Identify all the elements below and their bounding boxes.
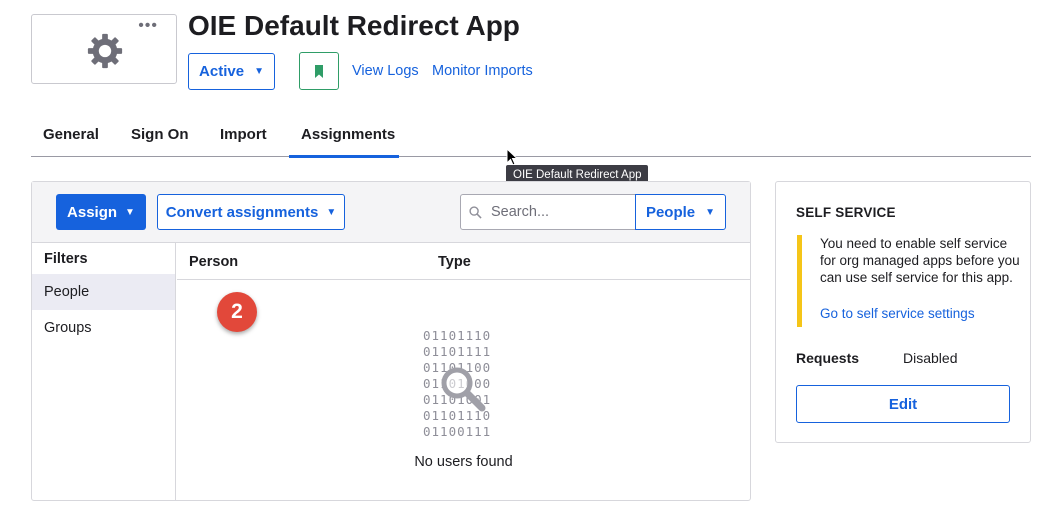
table-header: Person Type: [177, 243, 750, 280]
column-person: Person: [189, 254, 239, 270]
caret-down-icon: ▼: [254, 66, 264, 77]
people-type-label: People: [645, 203, 696, 221]
requests-label: Requests: [796, 350, 860, 366]
self-service-card: SELF SERVICE You need to enable self ser…: [775, 181, 1031, 443]
tab-sign-on[interactable]: Sign On: [131, 126, 189, 143]
filters-title: Filters: [44, 251, 88, 267]
tab-general[interactable]: General: [43, 126, 99, 143]
tab-bar: General Sign On Import Assignments: [31, 118, 1031, 158]
search-input[interactable]: [491, 195, 631, 229]
search-icon: [469, 206, 482, 219]
view-logs-link[interactable]: View Logs: [352, 63, 419, 79]
tab-assignments[interactable]: Assignments: [301, 126, 395, 143]
self-service-notice: You need to enable self service for org …: [820, 236, 1020, 285]
convert-assignments-button[interactable]: Convert assignments ▼: [157, 194, 345, 230]
filter-groups[interactable]: Groups: [32, 310, 175, 346]
monitor-imports-link[interactable]: Monitor Imports: [432, 63, 533, 79]
self-service-settings-link[interactable]: Go to self service settings: [820, 306, 975, 321]
requests-value: Disabled: [903, 350, 958, 366]
caret-down-icon: ▼: [705, 206, 716, 218]
status-label: Active: [199, 63, 245, 80]
assignments-toolbar: Assign ▼ Convert assignments ▼ People ▼: [32, 182, 750, 243]
step-badge: 2: [217, 292, 257, 332]
convert-assignments-label: Convert assignments: [165, 203, 319, 221]
warning-callout-bar: [797, 235, 802, 327]
gear-icon: [87, 33, 123, 69]
assign-label: Assign: [67, 203, 118, 221]
binary-line: 01101111: [423, 344, 492, 359]
assign-button[interactable]: Assign ▼: [56, 194, 146, 230]
mouse-cursor-icon: [506, 148, 518, 166]
status-dropdown[interactable]: Active ▼: [188, 53, 275, 90]
binary-line: 01101110: [423, 328, 492, 343]
bookmark-button[interactable]: [299, 52, 339, 90]
filters-sidebar: Filters People Groups: [32, 243, 176, 501]
edit-button[interactable]: Edit: [796, 385, 1010, 423]
bookmark-icon: [315, 64, 323, 78]
tab-import[interactable]: Import: [220, 126, 267, 143]
binary-line: 01100111: [423, 424, 492, 439]
caret-down-icon: ▼: [125, 206, 135, 218]
app-title: OIE Default Redirect App: [188, 10, 520, 41]
more-options-icon[interactable]: •••: [138, 18, 158, 34]
active-tab-indicator: [289, 155, 399, 158]
caret-down-icon: ▼: [326, 206, 337, 218]
assignments-panel: Assign ▼ Convert assignments ▼ People ▼ …: [31, 181, 751, 501]
self-service-title: SELF SERVICE: [796, 205, 896, 220]
app-logo: •••: [31, 14, 177, 84]
empty-state-message: No users found: [414, 454, 513, 470]
filter-people[interactable]: People: [32, 274, 175, 310]
column-type: Type: [438, 254, 471, 270]
search-field[interactable]: [460, 194, 636, 230]
people-type-dropdown[interactable]: People ▼: [635, 194, 726, 230]
magnifier-icon: [441, 367, 486, 412]
